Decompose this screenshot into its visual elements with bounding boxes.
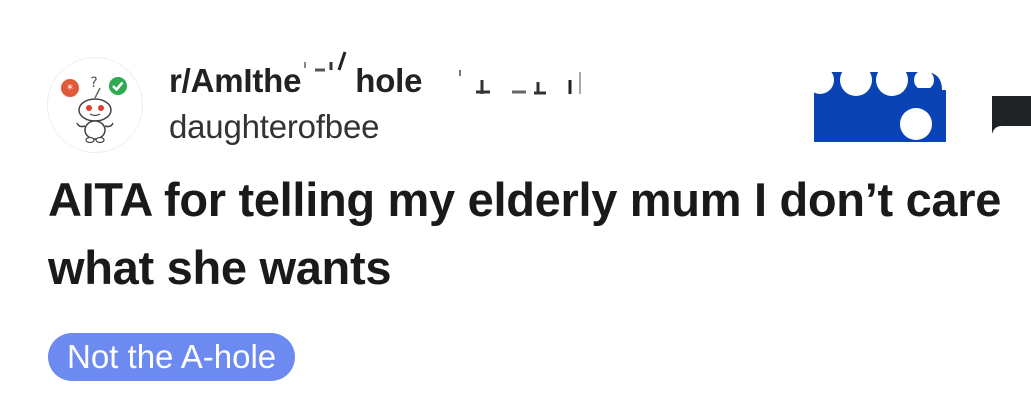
subreddit-name-gap [301,51,355,92]
join-button[interactable] [806,68,946,142]
subreddit-name[interactable]: r/AmIthe hole [169,51,423,100]
svg-text:?: ? [90,75,97,91]
post-flair[interactable]: Not the A-hole [48,333,296,381]
subreddit-name-start: r/AmIthe [169,62,302,99]
subreddit-name-end: hole [355,62,423,99]
post-title[interactable]: AITA for telling my elderly mum I don’t … [48,166,1008,302]
glitch-artifact-icon [459,70,581,95]
svg-text:*: * [67,82,73,96]
more-options-icon [992,96,1031,134]
snoo-mascot-icon: * ? [48,58,142,152]
more-options-button[interactable] [988,96,1031,134]
glitch-artifact-icon [304,51,347,72]
join-button-icon [806,68,946,142]
subreddit-avatar[interactable]: * ? [48,58,142,152]
author-username[interactable]: daughterofbee [169,108,379,146]
